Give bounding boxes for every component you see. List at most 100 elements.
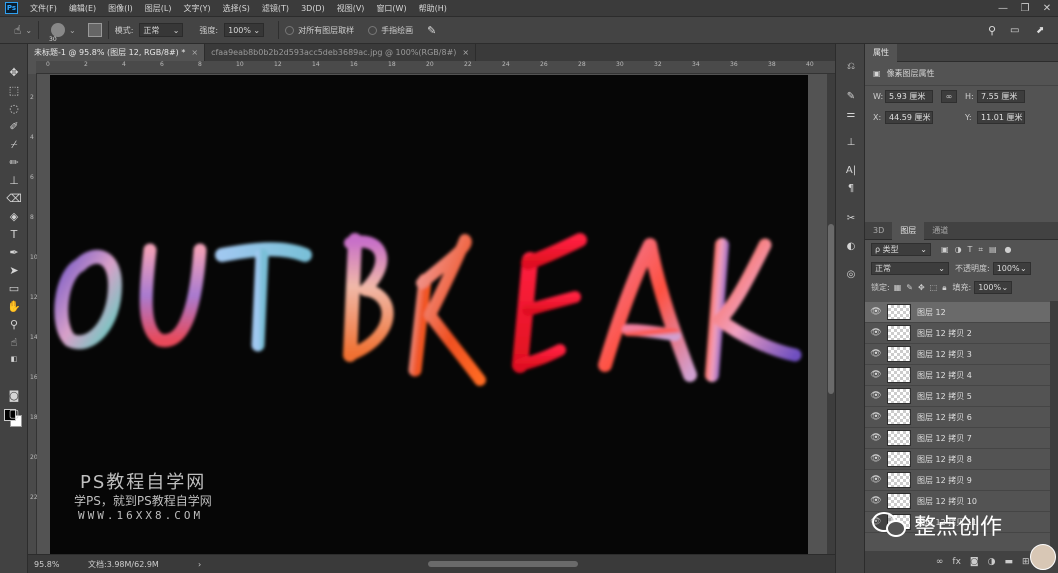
pen-tool-icon[interactable]: ✒ [5,246,23,260]
tab-3d[interactable]: 3D [865,222,892,240]
strength-select[interactable]: 100% ⌄ [224,23,265,37]
share-icon[interactable]: ⬈ [1036,25,1044,36]
canvas-vertical-scrollbar[interactable] [827,74,835,554]
filter-type-icon[interactable]: T [968,245,973,254]
menu-type[interactable]: 文字(Y) [177,3,216,14]
tab-properties[interactable]: 属性 [865,43,897,62]
brush-settings-icon[interactable]: ✎ [844,90,858,104]
adjustments-icon[interactable]: ⚌ [844,108,858,122]
menu-help[interactable]: 帮助(H) [413,3,453,14]
history-icon[interactable]: ⎌ [844,60,858,74]
filter-toggle-icon[interactable]: ● [1005,245,1012,254]
brush-settings-icon[interactable] [87,23,102,37]
filter-pixel-icon[interactable]: ▣ [941,245,949,254]
menu-layer[interactable]: 图层(L) [139,3,178,14]
y-field[interactable]: 11.01 厘米 [977,111,1025,124]
layers-icon[interactable]: ◎ [844,268,858,282]
lock-position-icon[interactable]: ✥ [918,283,925,292]
layer-row[interactable]: 👁︎ 图层 12 拷贝 6 [865,407,1051,428]
lock-paint-icon[interactable]: ✎ [906,283,913,292]
lock-transparency-icon[interactable]: ▦ [894,283,902,292]
layer-filter-select[interactable]: ρ 类型 ⌄ [871,243,931,256]
filter-smart-icon[interactable]: ▤ [989,245,997,254]
minimize-button[interactable]: — [992,3,1014,14]
search-icon[interactable]: ⚲ [988,24,996,37]
layer-row[interactable]: 👁︎ 图层 12 拷贝 9 [865,470,1051,491]
eye-icon[interactable]: 👁︎ [865,370,887,380]
menu-select[interactable]: 选择(S) [217,3,256,14]
sample-all-checkbox[interactable] [285,25,295,35]
new-layer-icon[interactable]: ⊞ [1022,557,1030,567]
eye-icon[interactable]: 👁︎ [865,349,887,359]
smudge-tool-icon[interactable]: ☝ [14,23,21,37]
layer-row[interactable]: 👁︎ 图层 12 拷贝 3 [865,344,1051,365]
text-tool-icon[interactable]: T [5,228,23,242]
folder-icon[interactable]: ▬ [1005,557,1014,567]
x-field[interactable]: 44.59 厘米 [885,111,933,124]
menu-image[interactable]: 图像(I) [102,3,139,14]
path-select-tool-icon[interactable]: ➤ [5,264,23,278]
tab-close-icon[interactable]: × [462,48,469,57]
restore-button[interactable]: ❐ [1014,3,1036,14]
status-arrow-icon[interactable]: › [198,560,201,569]
lasso-tool-icon[interactable]: ◌ [5,102,23,116]
horizontal-scroll-thumb[interactable] [428,561,578,567]
pressure-icon[interactable]: ✎ [427,24,436,37]
eye-icon[interactable]: 👁︎ [865,454,887,464]
layer-row[interactable]: 👁︎ 图层 12 拷贝 4 [865,365,1051,386]
zoom-tool-icon[interactable]: ⚲ [5,318,23,332]
character-icon[interactable]: A| [844,164,858,178]
filter-shape-icon[interactable]: ⌗ [978,245,983,255]
screen-mode-icon[interactable]: ▢ [5,407,23,421]
menu-edit[interactable]: 编辑(E) [63,3,102,14]
eye-icon[interactable]: 👁︎ [865,475,887,485]
menu-3d[interactable]: 3D(D) [295,4,331,13]
layer-row[interactable]: 👁︎ 图层 12 拷贝 7 [865,428,1051,449]
eye-icon[interactable]: 👁︎ [865,391,887,401]
fill-field[interactable]: 100% ⌄ [974,281,1013,294]
height-field[interactable]: 7.55 厘米 [977,90,1025,103]
opacity-field[interactable]: 100% ⌄ [992,262,1031,275]
layer-row[interactable]: 👁︎ 图层 12 [865,302,1051,323]
close-window-button[interactable]: ✕ [1036,3,1058,14]
default-colors-icon[interactable]: ◧ [5,352,23,366]
tab-channels[interactable]: 通道 [924,222,956,240]
marquee-tool-icon[interactable]: ⬚ [5,84,23,98]
lock-artboard-icon[interactable]: ⬚ [930,283,938,292]
eyedropper-tool-icon[interactable]: ⌿ [5,138,23,152]
hand-tool-icon[interactable]: ✋ [5,300,23,314]
3d-icon[interactable]: ◐ [844,240,858,254]
blend-mode-select[interactable]: 正常 ⌄ [871,262,949,275]
eraser-tool-icon[interactable]: ⌫ [5,192,23,206]
paragraph-icon[interactable]: ¶ [844,182,858,196]
filter-adjustment-icon[interactable]: ◑ [955,245,962,254]
tool-preset-chevron-icon[interactable]: ⌄ [25,26,32,35]
move-tool-icon[interactable]: ✥ [5,66,23,80]
link-dimensions-icon[interactable]: ∞ [941,90,957,103]
tools-icon[interactable]: ✂ [844,212,858,226]
eye-icon[interactable]: 👁︎ [865,307,887,317]
smudge-tool-icon[interactable]: ☝ [5,336,23,350]
menu-view[interactable]: 视图(V) [331,3,371,14]
quick-select-tool-icon[interactable]: ✐ [5,120,23,134]
scroll-thumb[interactable] [828,224,834,394]
fx-icon[interactable]: fx [952,557,961,567]
brush-preset-picker[interactable]: 30 ⌄ [45,23,76,43]
layer-row[interactable]: 👁︎ 图层 12 拷贝 5 [865,386,1051,407]
tab-jpg-file[interactable]: cfaa9eab8b0b2b2d593acc5deb3689ac.jpg @ 1… [205,44,477,61]
eye-icon[interactable]: 👁︎ [865,412,887,422]
zoom-level[interactable]: 95.8% [28,560,68,569]
tab-close-icon[interactable]: × [191,48,198,57]
stamp-tool-icon[interactable]: ⊥ [5,174,23,188]
document-canvas[interactable]: PS教程自学网 学PS，就到PS教程自学网 WWW.16XX8.COM [50,75,808,554]
workspace-icon[interactable]: ▭ [1010,25,1019,36]
width-field[interactable]: 5.93 厘米 [885,90,933,103]
eye-icon[interactable]: 👁︎ [865,433,887,443]
layer-row[interactable]: 👁︎ 图层 12 拷贝 2 [865,323,1051,344]
mode-select[interactable]: 正常 ⌄ [139,23,184,37]
tab-layers[interactable]: 图层 [892,221,925,240]
lock-all-icon[interactable]: 🔒︎ [942,283,946,293]
rectangle-tool-icon[interactable]: ▭ [5,282,23,296]
stamp-icon[interactable]: ⊥ [844,136,858,150]
quick-mask-icon[interactable]: ◙ [5,389,23,403]
